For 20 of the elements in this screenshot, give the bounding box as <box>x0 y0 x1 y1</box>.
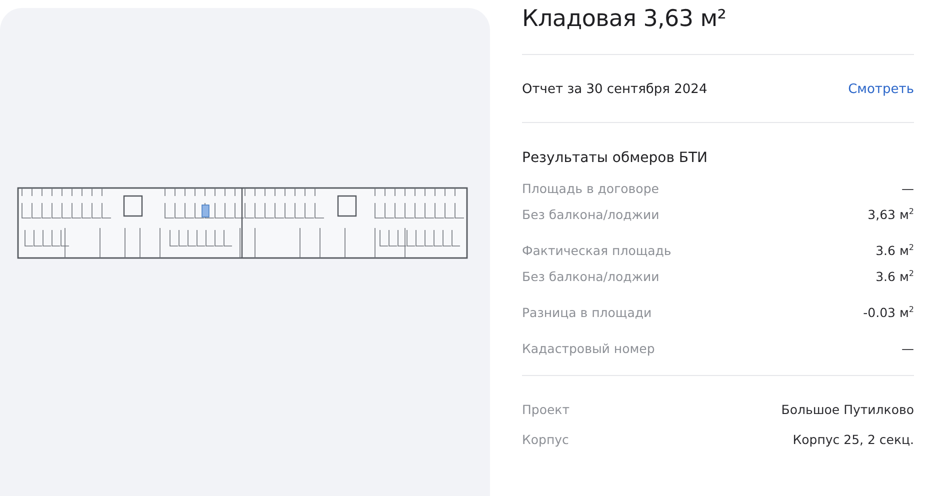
field-value: 3.6 м$^{2}$ <box>876 268 914 285</box>
field-label: Проект <box>522 401 570 418</box>
page-title: Кладовая 3,63 м² <box>522 6 728 32</box>
field-label: Разница в площади <box>522 304 652 321</box>
field-value: Корпус 25, 2 секц. <box>792 431 914 448</box>
field-value: 3,63 м$^{2}$ <box>868 206 914 223</box>
field-label: Фактическая площадь <box>522 242 672 259</box>
field-label: Кадастровый номер <box>522 340 655 357</box>
field-value: — <box>902 180 914 197</box>
field-value: -0.03 м$^{2}$ <box>863 304 914 321</box>
field-value: Большое Путилково <box>781 401 914 418</box>
field-label: Корпус <box>522 431 569 448</box>
field-label: Без балкона/лоджии <box>522 268 660 285</box>
field-label: Площадь в договоре <box>522 180 659 197</box>
view-link[interactable]: Смотреть <box>848 82 914 97</box>
section-heading: Результаты обмеров БТИ <box>522 150 709 166</box>
field-value: 3.6 м$^{2}$ <box>876 242 914 259</box>
report-date: Отчет за 30 сентября 2024 <box>522 82 708 97</box>
field-label: Без балкона/лоджии <box>522 206 660 223</box>
field-value: — <box>902 340 914 357</box>
